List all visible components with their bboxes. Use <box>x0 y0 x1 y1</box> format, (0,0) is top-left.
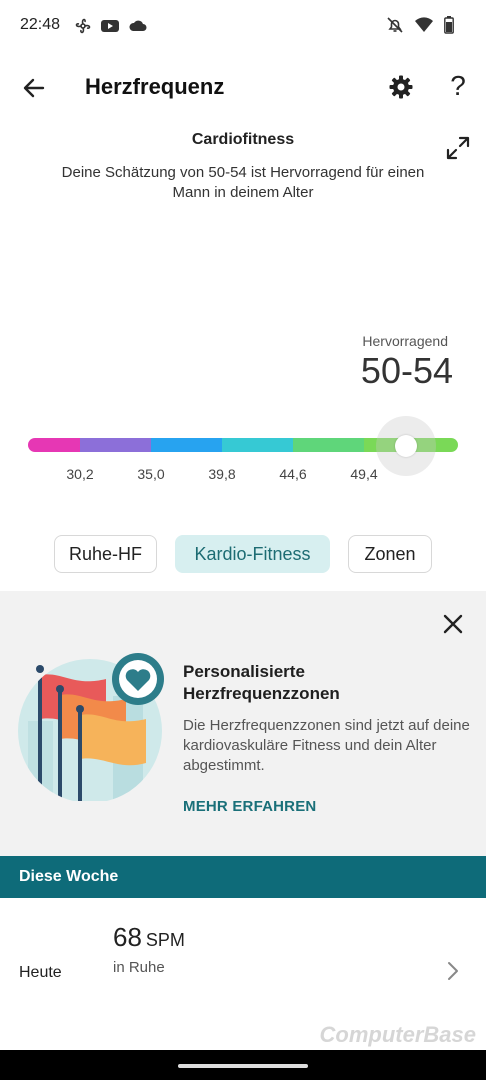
cloud-icon <box>129 20 147 31</box>
page-title: Herzfrequenz <box>85 74 225 99</box>
youtube-icon <box>101 20 119 32</box>
wifi-icon <box>415 17 433 32</box>
gauge-tick-label: 39,8 <box>208 466 236 482</box>
gauge-tick-label: 44,6 <box>279 466 307 482</box>
today-heart-rate: 68 <box>113 922 142 952</box>
tab-ruhe-hf[interactable]: Ruhe-HF <box>54 535 157 573</box>
battery-icon <box>444 16 454 34</box>
flags-heart-illustration <box>18 653 164 801</box>
gauge-segment-3 <box>151 438 222 452</box>
help-button[interactable]: ? <box>444 70 472 102</box>
gauge-segment-1 <box>28 438 80 452</box>
today-label: Heute <box>19 964 62 981</box>
status-right-icons <box>386 16 454 34</box>
week-header: Diese Woche <box>0 856 486 898</box>
app-bar: Herzfrequenz ? <box>0 60 486 116</box>
expand-icon <box>446 136 470 160</box>
cardio-title: Cardiofitness <box>191 131 295 148</box>
back-button[interactable] <box>18 72 50 104</box>
week-title: Diese Woche <box>19 868 119 885</box>
promo-card: Personalisierte Herzfrequenzzonen Die He… <box>0 591 486 856</box>
metric-tabs: Ruhe-HF Kardio-Fitness Zonen <box>0 535 486 573</box>
tab-zonen[interactable]: Zonen <box>348 535 432 573</box>
gauge-segment-4 <box>222 438 293 452</box>
gauge-segment-2 <box>80 438 151 452</box>
expand-button[interactable] <box>444 134 472 162</box>
gauge-tick-label: 35,0 <box>137 466 165 482</box>
fan-icon <box>75 18 91 34</box>
status-time: 22:48 <box>20 16 61 33</box>
system-nav-bar <box>0 1050 486 1080</box>
today-value: 68 SPM <box>113 922 185 953</box>
gauge-segment-5 <box>293 438 364 452</box>
status-left-icons <box>74 17 148 35</box>
today-unit: SPM <box>145 930 185 950</box>
promo-close-button[interactable] <box>440 611 466 637</box>
gauge-tick-label: 30,2 <box>66 466 94 482</box>
tab-kardio-fitness[interactable]: Kardio-Fitness <box>175 535 330 573</box>
arrow-left-icon <box>23 78 45 98</box>
gear-icon <box>389 75 413 99</box>
promo-text: Die Herzfrequenzzonen sind jetzt auf dei… <box>183 717 470 774</box>
bell-off-icon <box>387 17 403 33</box>
home-handle[interactable] <box>178 1064 308 1068</box>
today-sublabel: in Ruhe <box>113 959 165 976</box>
chevron-right-icon <box>448 962 458 980</box>
promo-title: Personalisierte Herzfrequenzzonen <box>183 662 340 703</box>
status-bar: 22:48 <box>0 0 486 52</box>
gauge-tick-label: 49,4 <box>350 466 378 482</box>
watermark: ComputerBase <box>319 1022 476 1047</box>
settings-button[interactable] <box>386 72 416 102</box>
close-icon <box>443 614 463 634</box>
cardio-description: Deine Schätzung von 50-54 ist Hervorrage… <box>61 164 425 201</box>
rating-label: Hervorragend <box>362 333 448 349</box>
rating-value: 50-54 <box>360 350 453 391</box>
learn-more-link[interactable]: MEHR ERFAHREN <box>183 798 316 815</box>
